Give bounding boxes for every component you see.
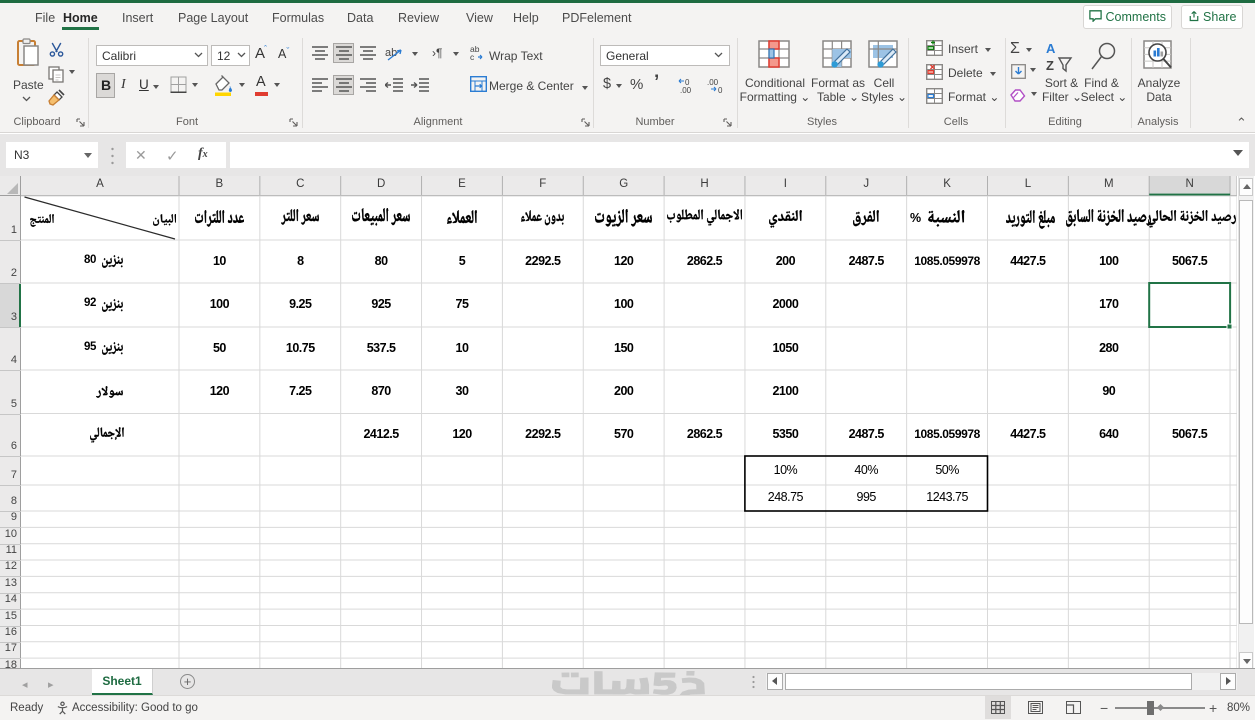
svg-text:.00: .00 — [680, 86, 692, 94]
svg-text:.00: .00 — [707, 78, 719, 87]
svg-text:Z: Z — [1046, 58, 1054, 73]
svg-text:0: 0 — [718, 86, 723, 94]
svg-text:A: A — [1046, 41, 1056, 56]
